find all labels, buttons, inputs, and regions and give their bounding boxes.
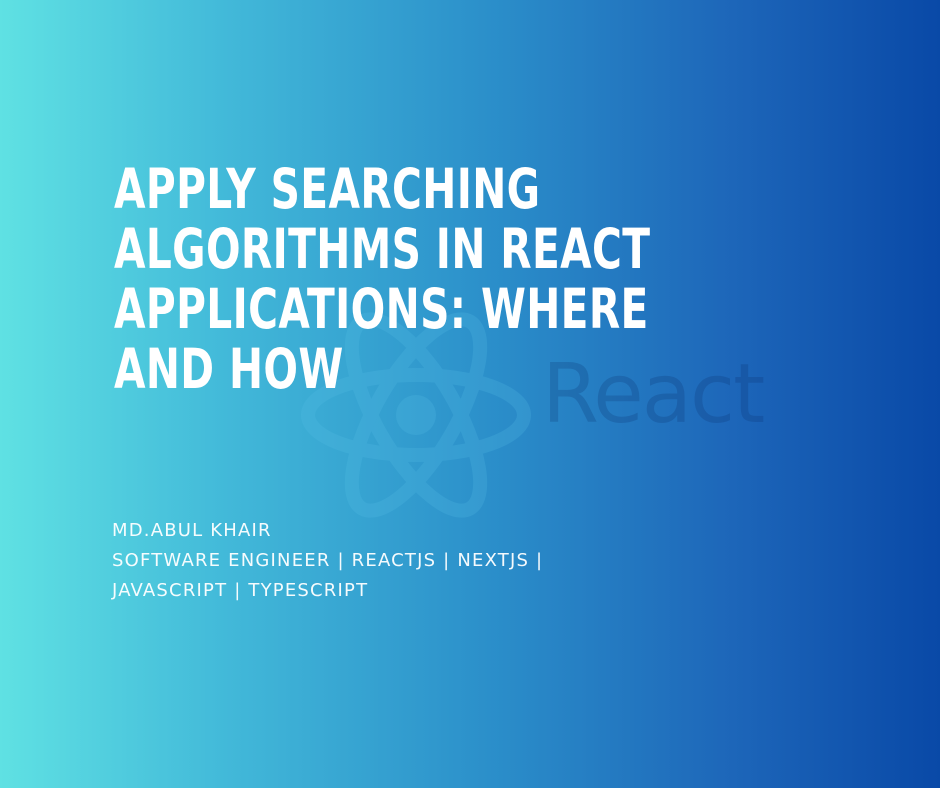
article-banner: React APPLY SEARCHING ALGORITHMS IN REAC…	[0, 0, 940, 788]
author-meta: MD.ABUL KHAIR SOFTWARE ENGINEER | REACTJ…	[112, 516, 543, 606]
author-name: MD.ABUL KHAIR	[112, 520, 272, 541]
article-title: APPLY SEARCHING ALGORITHMS IN REACT APPL…	[114, 157, 651, 401]
title-line: ALGORITHMS IN REACT	[114, 217, 651, 281]
react-wordmark: React	[542, 347, 765, 442]
title-line: APPLY SEARCHING	[114, 157, 541, 221]
title-line: APPLICATIONS: WHERE	[114, 277, 649, 341]
author-role-line: JAVASCRIPT | TYPESCRIPT	[112, 580, 369, 601]
title-line: AND HOW	[114, 337, 344, 401]
author-role-line: SOFTWARE ENGINEER | REACTJS | NEXTJS |	[112, 550, 544, 571]
